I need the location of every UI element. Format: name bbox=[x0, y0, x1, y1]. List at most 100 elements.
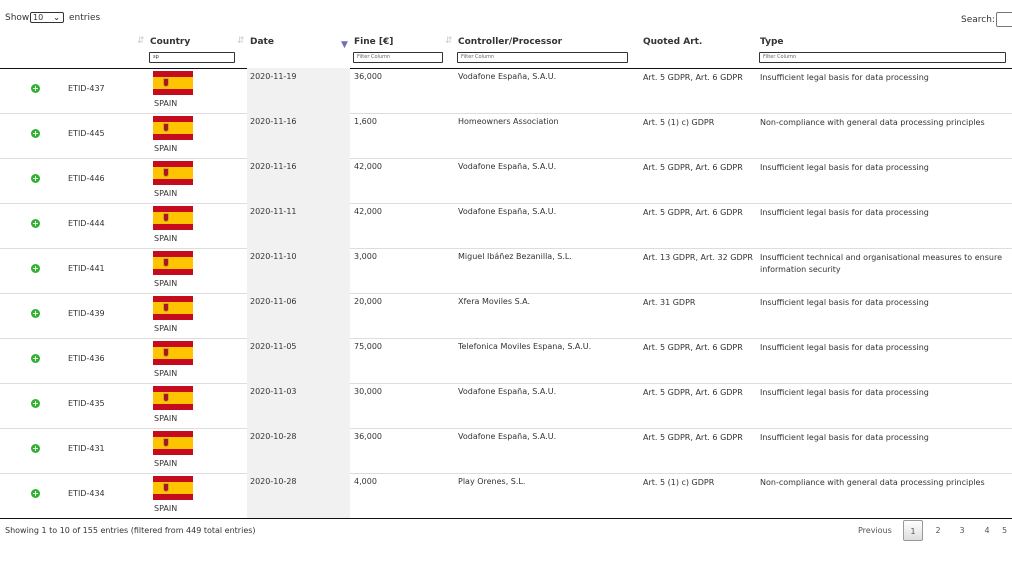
expand-row-icon[interactable]: + bbox=[31, 129, 40, 138]
column-header-country[interactable]: Country bbox=[150, 37, 190, 47]
pagination-page-5[interactable]: 5 bbox=[1002, 520, 1012, 541]
entries-length-select[interactable]: 10 ⌄ bbox=[30, 12, 64, 23]
column-header-controller[interactable]: Controller/Processor bbox=[458, 37, 562, 47]
cell-controller: Play Orenes, S.L. bbox=[458, 477, 526, 486]
table-row[interactable]: + ETID-431 SPAIN 2020-10-28 36,000 Vodafone E… bbox=[0, 428, 1012, 474]
cell-country: SPAIN bbox=[154, 144, 178, 153]
spain-flag-icon bbox=[153, 296, 193, 320]
expand-row-icon[interactable]: + bbox=[31, 174, 40, 183]
table-row[interactable]: + ETID-437 SPAIN 2020-11-19 36,000 Vodafone E… bbox=[0, 68, 1012, 114]
table-header: ⇵ Country sp ⇵ Date ▼ Fine [€] Filter Co… bbox=[0, 34, 1012, 69]
sort-icon[interactable]: ⇵ bbox=[445, 36, 453, 46]
table-controls: Show 10 ⌄ entries Search: bbox=[0, 0, 1012, 36]
spain-flag-icon bbox=[153, 431, 193, 455]
cell-country: SPAIN bbox=[154, 234, 178, 243]
table-row[interactable]: + ETID-444 SPAIN 2020-11-11 42,000 Vodafone E… bbox=[0, 203, 1012, 249]
expand-row-icon[interactable]: + bbox=[31, 354, 40, 363]
pagination-page-1[interactable]: 1 bbox=[903, 520, 923, 541]
column-header-quoted-art: Quoted Art. bbox=[643, 37, 703, 47]
cell-controller: Xfera Moviles S.A. bbox=[458, 297, 531, 306]
spain-flag-icon bbox=[153, 386, 193, 410]
spain-flag-icon bbox=[153, 161, 193, 185]
cell-date: 2020-11-03 bbox=[250, 387, 297, 396]
spain-flag-icon bbox=[153, 341, 193, 365]
controller-filter-input[interactable]: Filter Column bbox=[457, 52, 628, 63]
table-row[interactable]: + ETID-436 SPAIN 2020-11-05 75,000 Telefonica… bbox=[0, 338, 1012, 384]
cell-type: Insufficient legal basis for data proces… bbox=[760, 388, 929, 397]
cell-date: 2020-11-05 bbox=[250, 342, 297, 351]
expand-row-icon[interactable]: + bbox=[31, 84, 40, 93]
cell-id: ETID-439 bbox=[68, 309, 105, 318]
cell-type: Insufficient technical and organisationa… bbox=[760, 253, 1002, 274]
cell-date: 2020-10-28 bbox=[250, 477, 297, 486]
expand-row-icon[interactable]: + bbox=[31, 489, 40, 498]
sort-icon[interactable]: ⇵ bbox=[237, 36, 245, 46]
cell-type: Insufficient legal basis for data proces… bbox=[760, 433, 929, 442]
type-filter-input[interactable]: Filter Column bbox=[759, 52, 1006, 63]
cell-fine: 3,000 bbox=[354, 252, 377, 261]
cell-controller: Vodafone España, S.A.U. bbox=[458, 432, 557, 441]
cell-id: ETID-445 bbox=[68, 129, 105, 138]
cell-country: SPAIN bbox=[154, 189, 178, 198]
fine-filter-input[interactable]: Filter Column bbox=[353, 52, 443, 63]
cell-country: SPAIN bbox=[154, 324, 178, 333]
cell-quoted-art: Art. 5 (1) c) GDPR bbox=[643, 118, 715, 127]
chevron-down-icon: ⌄ bbox=[53, 13, 60, 22]
cell-type: Insufficient legal basis for data proces… bbox=[760, 208, 929, 217]
sort-desc-icon[interactable]: ▼ bbox=[341, 40, 348, 50]
expand-row-icon[interactable]: + bbox=[31, 219, 40, 228]
cell-controller: Vodafone España, S.A.U. bbox=[458, 72, 557, 81]
cell-type: Insufficient legal basis for data proces… bbox=[760, 163, 929, 172]
column-header-date[interactable]: Date bbox=[250, 37, 274, 47]
sort-icon[interactable]: ⇵ bbox=[137, 36, 145, 46]
cell-type: Non-compliance with general data process… bbox=[760, 118, 985, 127]
spain-flag-icon bbox=[153, 251, 193, 275]
cell-id: ETID-444 bbox=[68, 219, 105, 228]
cell-date: 2020-11-16 bbox=[250, 117, 297, 126]
cell-date: 2020-10-28 bbox=[250, 432, 297, 441]
column-header-fine[interactable]: Fine [€] bbox=[354, 37, 393, 47]
cell-id: ETID-435 bbox=[68, 399, 105, 408]
search-input[interactable] bbox=[996, 12, 1012, 27]
length-entries-label: entries bbox=[69, 13, 101, 23]
cell-id: ETID-437 bbox=[68, 84, 105, 93]
cell-type: Insufficient legal basis for data proces… bbox=[760, 73, 929, 82]
table-row[interactable]: + ETID-446 SPAIN 2020-11-16 42,000 Vodafone E… bbox=[0, 158, 1012, 204]
country-filter-input[interactable]: sp bbox=[149, 52, 235, 63]
pagination-previous[interactable]: Previous bbox=[858, 520, 892, 541]
cell-date: 2020-11-10 bbox=[250, 252, 297, 261]
cell-controller: Vodafone España, S.A.U. bbox=[458, 387, 557, 396]
spain-flag-icon bbox=[153, 71, 193, 95]
table-row[interactable]: + ETID-441 SPAIN 2020-11-10 3,000 Miguel Ibáñ… bbox=[0, 248, 1012, 294]
cell-country: SPAIN bbox=[154, 459, 178, 468]
table-row[interactable]: + ETID-445 SPAIN 2020-11-16 1,600 Homeowners … bbox=[0, 113, 1012, 159]
spain-flag-icon bbox=[153, 116, 193, 140]
expand-row-icon[interactable]: + bbox=[31, 264, 40, 273]
cell-type: Insufficient legal basis for data proces… bbox=[760, 298, 929, 307]
table-info: Showing 1 to 10 of 155 entries (filtered… bbox=[5, 526, 256, 535]
spain-flag-icon bbox=[153, 476, 193, 500]
cell-date: 2020-11-19 bbox=[250, 72, 297, 81]
cell-quoted-art: Art. 13 GDPR, Art. 32 GDPR bbox=[643, 253, 753, 262]
cell-controller: Vodafone España, S.A.U. bbox=[458, 207, 557, 216]
expand-row-icon[interactable]: + bbox=[31, 399, 40, 408]
cell-date: 2020-11-11 bbox=[250, 207, 297, 216]
expand-row-icon[interactable]: + bbox=[31, 309, 40, 318]
cell-controller: Vodafone España, S.A.U. bbox=[458, 162, 557, 171]
cell-type: Non-compliance with general data process… bbox=[760, 478, 985, 487]
cell-id: ETID-436 bbox=[68, 354, 105, 363]
pagination-page-4[interactable]: 4 bbox=[977, 520, 997, 541]
cell-fine: 20,000 bbox=[354, 297, 382, 306]
table-row[interactable]: + ETID-439 SPAIN 2020-11-06 20,000 Xfera Movi… bbox=[0, 293, 1012, 339]
table-row[interactable]: + ETID-434 SPAIN 2020-10-28 4,000 Play Orenes… bbox=[0, 473, 1012, 519]
cell-id: ETID-434 bbox=[68, 489, 105, 498]
cell-date: 2020-11-16 bbox=[250, 162, 297, 171]
cell-quoted-art: Art. 5 GDPR, Art. 6 GDPR bbox=[643, 163, 743, 172]
cell-controller: Miguel Ibáñez Bezanilla, S.L. bbox=[458, 252, 572, 261]
pagination-page-2[interactable]: 2 bbox=[928, 520, 948, 541]
expand-row-icon[interactable]: + bbox=[31, 444, 40, 453]
pagination-page-3[interactable]: 3 bbox=[952, 520, 972, 541]
cell-fine: 1,600 bbox=[354, 117, 377, 126]
table-row[interactable]: + ETID-435 SPAIN 2020-11-03 30,000 Vodafone E… bbox=[0, 383, 1012, 429]
cell-id: ETID-431 bbox=[68, 444, 105, 453]
